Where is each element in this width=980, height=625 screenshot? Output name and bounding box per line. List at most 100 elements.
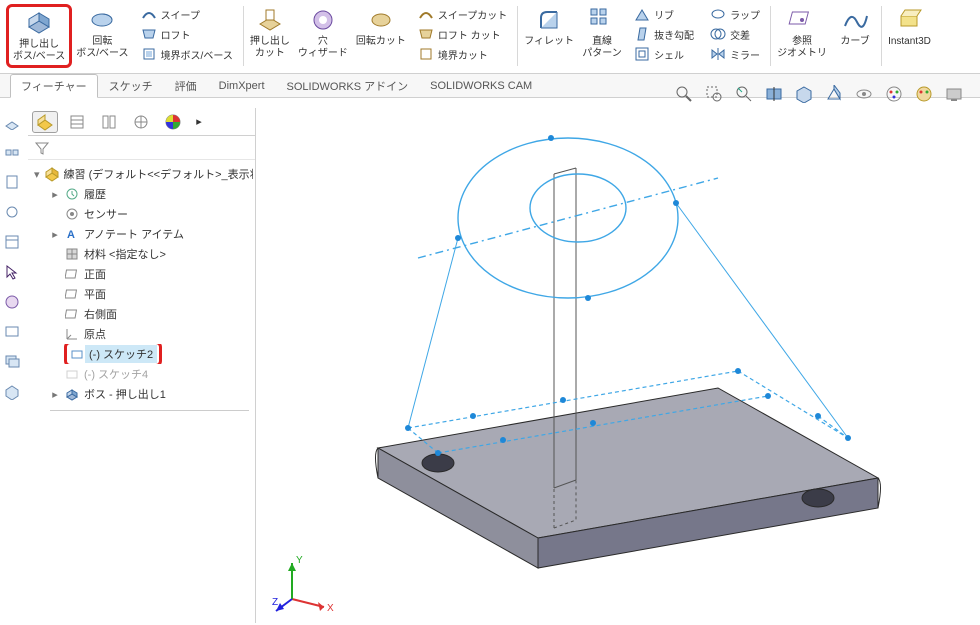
graphics-viewport[interactable]: X Y Z: [256, 108, 980, 625]
tree-boss-extrude[interactable]: ▸ ボス - 押し出し1: [30, 384, 253, 404]
extrude-feature-icon: [64, 386, 80, 402]
fm-tab-tree[interactable]: [32, 111, 58, 133]
extrude-cut-button[interactable]: 押し出し カット: [246, 4, 294, 62]
resources-icon[interactable]: [4, 384, 22, 402]
tab-dimxpert[interactable]: DimXpert: [208, 76, 276, 96]
section-view-icon[interactable]: [764, 84, 784, 104]
twisty-icon[interactable]: ▸: [50, 188, 60, 201]
sweep-cut-button[interactable]: スイープカット: [416, 4, 509, 24]
rib-button[interactable]: リブ: [632, 4, 696, 24]
wrap-button[interactable]: ラップ: [708, 4, 762, 24]
cut-small-group: スイープカット ロフト カット 境界カット: [410, 4, 515, 64]
boundary-boss-button[interactable]: 境界ボス/ベース: [139, 44, 235, 64]
zoom-area-icon[interactable]: [704, 84, 724, 104]
forum-icon[interactable]: [4, 354, 22, 372]
previous-view-icon[interactable]: [734, 84, 754, 104]
linear-pattern-button[interactable]: 直線 パターン: [578, 4, 626, 62]
tree-annotations[interactable]: ▸ A アノテート アイテム: [30, 224, 253, 244]
twisty-icon[interactable]: ▾: [34, 168, 40, 181]
tree-origin[interactable]: 原点: [30, 324, 253, 344]
ref-geometry-label2: ジオメトリ: [777, 48, 827, 60]
cursor-icon[interactable]: [4, 264, 22, 282]
curves-icon: [841, 6, 869, 34]
triad-z-label: Z: [272, 597, 278, 608]
zoom-fit-icon[interactable]: [674, 84, 694, 104]
part-icon[interactable]: [4, 114, 22, 132]
hide-show-icon[interactable]: [854, 84, 874, 104]
tree-top-plane[interactable]: 平面: [30, 284, 253, 304]
fm-tab-display[interactable]: [160, 111, 186, 133]
tree-annotations-label: アノテート アイテム: [84, 226, 184, 242]
instant3d-button[interactable]: Instant3D: [884, 4, 935, 50]
tree-right-label: 右側面: [84, 306, 117, 322]
tree-material[interactable]: 材料 <指定なし>: [30, 244, 253, 264]
tree-history[interactable]: ▸ 履歴: [30, 184, 253, 204]
hole-wizard-button[interactable]: 穴 ウィザード: [294, 4, 352, 62]
ref-geometry-button[interactable]: 参照 ジオメトリ: [773, 4, 831, 62]
display-style-icon[interactable]: [824, 84, 844, 104]
loft-cut-button[interactable]: ロフト カット: [416, 24, 509, 44]
fillet-button[interactable]: フィレット: [520, 4, 578, 50]
tab-sw-cam[interactable]: SOLIDWORKS CAM: [419, 76, 543, 96]
fm-tab-more[interactable]: ▸: [192, 111, 206, 133]
sweep-button[interactable]: スイープ: [139, 4, 235, 24]
view-settings-icon[interactable]: [944, 84, 964, 104]
assembly-icon[interactable]: [4, 144, 22, 162]
origin-icon: [64, 326, 80, 342]
drawing-icon[interactable]: [4, 174, 22, 192]
ribbon-separator: [881, 6, 882, 66]
tree-sensors[interactable]: センサー: [30, 204, 253, 224]
instant3d-label: Instant3D: [888, 36, 931, 48]
tree-history-label: 履歴: [84, 186, 106, 202]
tree-right-plane[interactable]: 右側面: [30, 304, 253, 324]
rib-label: リブ: [654, 7, 674, 22]
tree-sketch2-row[interactable]: (-) スケッチ2: [30, 344, 253, 364]
boundary-cut-icon: [418, 46, 434, 62]
curves-button[interactable]: カーブ: [831, 4, 879, 50]
draft-button[interactable]: 抜き勾配: [632, 24, 696, 44]
fm-tab-dimxpert[interactable]: [128, 111, 154, 133]
tab-features[interactable]: フィーチャー: [10, 74, 98, 98]
display-pane-icon[interactable]: [4, 324, 22, 342]
ref-geometry-icon: [788, 6, 816, 34]
loft-button[interactable]: ロフト: [139, 24, 235, 44]
orientation-triad[interactable]: X Y Z: [272, 549, 342, 619]
revolve-boss-label2: ボス/ベース: [76, 48, 128, 60]
shell-button[interactable]: シェル: [632, 44, 696, 64]
revolve-cut-button[interactable]: 回転カット: [352, 4, 410, 50]
tree-origin-label: 原点: [84, 326, 106, 342]
filter-icon[interactable]: [34, 140, 50, 156]
toolbox-icon[interactable]: [4, 204, 22, 222]
tree-front-plane[interactable]: 正面: [30, 264, 253, 284]
mirror-button[interactable]: ミラー: [708, 44, 762, 64]
custom-props-icon[interactable]: [4, 234, 22, 252]
tab-sw-addins[interactable]: SOLIDWORKS アドイン: [276, 74, 420, 98]
plane-icon: [64, 286, 80, 302]
appearances-icon[interactable]: [4, 294, 22, 312]
tree-material-label: 材料 <指定なし>: [84, 246, 166, 262]
extrude-boss-button[interactable]: 押し出し ボス/ベース: [6, 4, 72, 68]
tab-sketch[interactable]: スケッチ: [98, 74, 164, 98]
tree-root[interactable]: ▾ 練習 (デフォルト<<デフォルト>_表示状態 1>: [30, 164, 253, 184]
twisty-icon[interactable]: ▸: [50, 228, 60, 241]
feature-tree: ▾ 練習 (デフォルト<<デフォルト>_表示状態 1> ▸ 履歴 センサー ▸ …: [28, 160, 255, 415]
boundary-cut-button[interactable]: 境界カット: [416, 44, 509, 64]
twisty-icon[interactable]: ▸: [50, 388, 60, 401]
feature-small-group-1: リブ 抜き勾配 シェル: [626, 4, 702, 64]
triad-y-label: Y: [296, 555, 303, 566]
revolve-boss-button[interactable]: 回転 ボス/ベース: [72, 4, 132, 62]
apply-scene-icon[interactable]: [914, 84, 934, 104]
tab-evaluate[interactable]: 評価: [164, 74, 208, 98]
hole-wizard-icon: [309, 6, 337, 34]
boss-small-group: スイープ ロフト 境界ボス/ベース: [133, 4, 241, 64]
ribbon-separator: [770, 6, 771, 66]
edit-appearance-icon[interactable]: [884, 84, 904, 104]
tree-sketch4-row[interactable]: (-) スケッチ4: [30, 364, 253, 384]
view-orientation-icon[interactable]: [794, 84, 814, 104]
rollback-bar[interactable]: [50, 410, 249, 411]
fm-tab-config[interactable]: [96, 111, 122, 133]
ref-geometry-label1: 参照: [792, 36, 812, 48]
fm-tab-property[interactable]: [64, 111, 90, 133]
feature-small-group-2: ラップ 交差 ミラー: [702, 4, 768, 64]
intersect-button[interactable]: 交差: [708, 24, 762, 44]
